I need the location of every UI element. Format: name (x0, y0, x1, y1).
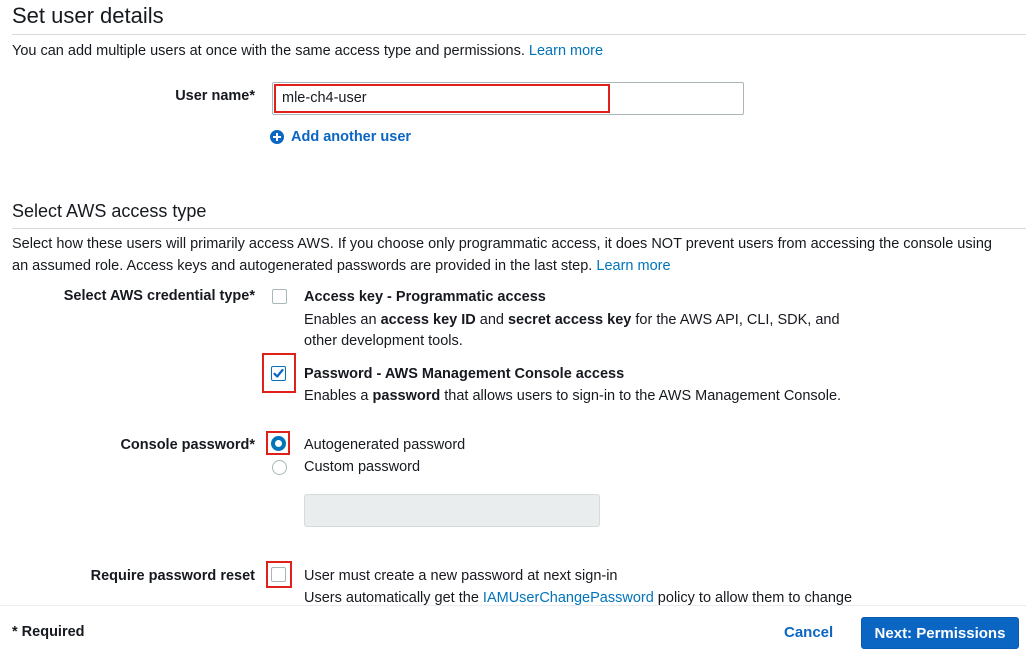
console-desc-bold: password (372, 388, 441, 404)
custom-password-radio[interactable] (272, 460, 287, 475)
custom-password-input[interactable] (304, 494, 600, 527)
access-type-desc-line1: Select how these users will primarily ac… (12, 236, 992, 252)
access-type-divider (12, 228, 1026, 229)
access-type-desc-line2: an assumed role. Access keys and autogen… (12, 258, 593, 274)
programmatic-access-desc-line2: other development tools. (304, 333, 463, 349)
programmatic-desc-mid: and (475, 312, 508, 328)
programmatic-access-desc: Enables an access key ID and secret acce… (304, 310, 840, 331)
intro-text: You can add multiple users at once with … (12, 43, 525, 59)
programmatic-desc-post: for the AWS API, CLI, SDK, and (631, 312, 840, 328)
next-permissions-button[interactable]: Next: Permissions (861, 617, 1019, 649)
required-note: * Required (12, 624, 85, 640)
cancel-button[interactable]: Cancel (784, 624, 833, 641)
password-reset-desc-pre: Users automatically get the (304, 590, 483, 606)
plus-circle-icon (270, 130, 284, 144)
checkmark-icon (273, 368, 284, 378)
password-reset-option: User must create a new password at next … (304, 568, 618, 584)
programmatic-desc-pre: Enables an (304, 312, 381, 328)
learn-more-link[interactable]: Learn more (529, 43, 603, 59)
console-password-label: Console password* (120, 437, 255, 453)
access-type-desc-line2-row: an assumed role. Access keys and autogen… (12, 256, 671, 277)
programmatic-access-checkbox[interactable] (272, 289, 287, 304)
console-access-desc: Enables a password that allows users to … (304, 386, 841, 407)
console-desc-post: that allows users to sign-in to the AWS … (440, 388, 842, 404)
page-title: Set user details (12, 3, 164, 28)
auto-password-label: Autogenerated password (304, 437, 466, 453)
custom-password-label: Custom password (304, 459, 421, 475)
add-another-user-button[interactable]: Add another user (270, 129, 411, 145)
console-desc-pre: Enables a (304, 388, 373, 404)
programmatic-desc-bold1: access key ID (380, 312, 476, 328)
password-reset-label: Require password reset (90, 568, 255, 584)
username-label: User name* (175, 88, 255, 104)
username-input[interactable]: mle-ch4-user (282, 88, 367, 109)
access-type-title: Select AWS access type (12, 201, 207, 221)
intro-text-row: You can add multiple users at once with … (12, 41, 603, 62)
password-reset-desc-post: policy to allow them to change (653, 590, 853, 606)
iam-user-change-password-link[interactable]: IAMUserChangePassword (483, 590, 654, 606)
programmatic-desc-bold2: secret access key (507, 312, 632, 328)
access-type-learn-more-link[interactable]: Learn more (596, 258, 670, 274)
programmatic-access-title: Access key - Programmatic access (304, 289, 546, 305)
credential-type-label: Select AWS credential type* (63, 288, 255, 304)
console-access-title: Password - AWS Management Console access (304, 366, 625, 382)
title-divider (12, 34, 1026, 35)
password-reset-checkbox[interactable] (271, 567, 286, 582)
console-access-checkbox[interactable] (271, 366, 286, 381)
add-another-user-label: Add another user (291, 129, 412, 145)
auto-password-radio[interactable] (271, 436, 286, 451)
